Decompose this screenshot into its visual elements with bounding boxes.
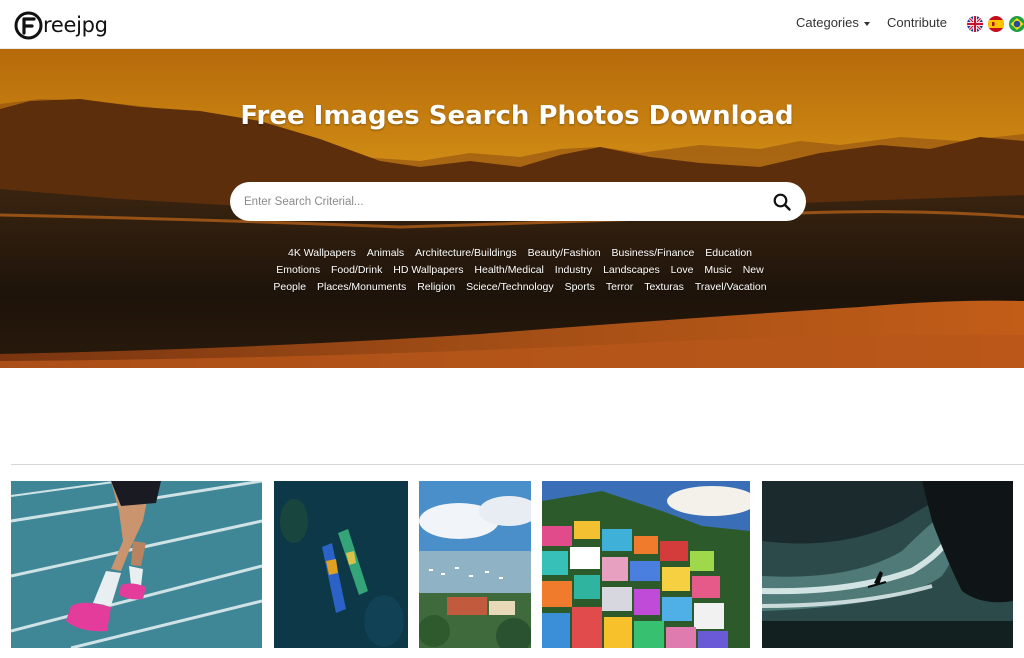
- category-link[interactable]: Business/Finance: [611, 247, 694, 259]
- category-link[interactable]: Food/Drink: [331, 264, 382, 276]
- category-link[interactable]: HD Wallpapers: [393, 264, 463, 276]
- spain-flag-icon[interactable]: [988, 16, 1004, 32]
- colorful-hillside-image: [542, 481, 750, 648]
- category-link[interactable]: Education: [705, 247, 752, 259]
- section-divider: [11, 464, 1024, 465]
- contribute-link[interactable]: Contribute: [887, 15, 947, 30]
- category-link[interactable]: Sports: [565, 281, 595, 293]
- gallery-thumb-surfer[interactable]: [762, 481, 1013, 648]
- uk-flag-icon[interactable]: [967, 16, 983, 32]
- harbor-city-image: [419, 481, 531, 648]
- search-input[interactable]: [244, 182, 744, 221]
- brazil-flag-icon[interactable]: [1009, 16, 1024, 32]
- category-link[interactable]: Sciece/Technology: [466, 281, 554, 293]
- category-link[interactable]: Emotions: [276, 264, 320, 276]
- category-link[interactable]: Places/Monuments: [317, 281, 406, 293]
- category-link[interactable]: Industry: [555, 264, 592, 276]
- categories-label: Categories: [796, 15, 859, 30]
- logo-text: reejpg: [43, 13, 108, 37]
- gallery-thumb-harbor[interactable]: [419, 481, 531, 648]
- surfer-wave-image: [762, 481, 1013, 648]
- category-link[interactable]: New: [743, 264, 764, 276]
- caret-down-icon: [863, 21, 870, 26]
- runner-track-image: [11, 481, 262, 648]
- category-link[interactable]: 4K Wallpapers: [288, 247, 356, 259]
- category-link[interactable]: Beauty/Fashion: [528, 247, 601, 259]
- search-icon[interactable]: [772, 192, 792, 212]
- kayaks-aerial-image: [274, 481, 408, 648]
- category-link[interactable]: Landscapes: [603, 264, 660, 276]
- category-links: 4K Wallpapers Animals Architecture/Build…: [260, 245, 780, 296]
- category-link[interactable]: Terror: [606, 281, 633, 293]
- category-link[interactable]: Texturas: [644, 281, 684, 293]
- site-logo[interactable]: reejpg: [14, 9, 108, 41]
- categories-dropdown[interactable]: Categories: [796, 15, 870, 30]
- category-link[interactable]: People: [273, 281, 306, 293]
- language-switcher: [967, 16, 1024, 32]
- category-link[interactable]: Religion: [417, 281, 455, 293]
- category-link[interactable]: Music: [704, 264, 731, 276]
- freejpg-logo-icon: [14, 11, 43, 39]
- hero-title: Free Images Search Photos Download: [240, 101, 794, 131]
- category-link[interactable]: Architecture/Buildings: [415, 247, 517, 259]
- category-link[interactable]: Animals: [367, 247, 404, 259]
- category-link[interactable]: Love: [671, 264, 694, 276]
- search-bar: [230, 182, 806, 221]
- gallery-thumb-colorful-houses[interactable]: [542, 481, 750, 648]
- category-link[interactable]: Travel/Vacation: [695, 281, 767, 293]
- hero-banner: Free Images Search Photos Download 4K Wa…: [0, 49, 1024, 368]
- gallery-thumb-runner[interactable]: [11, 481, 262, 648]
- category-link[interactable]: Health/Medical: [474, 264, 543, 276]
- gallery-thumb-kayaks[interactable]: [274, 481, 408, 648]
- top-navbar: reejpg Categories Contribute: [0, 0, 1024, 49]
